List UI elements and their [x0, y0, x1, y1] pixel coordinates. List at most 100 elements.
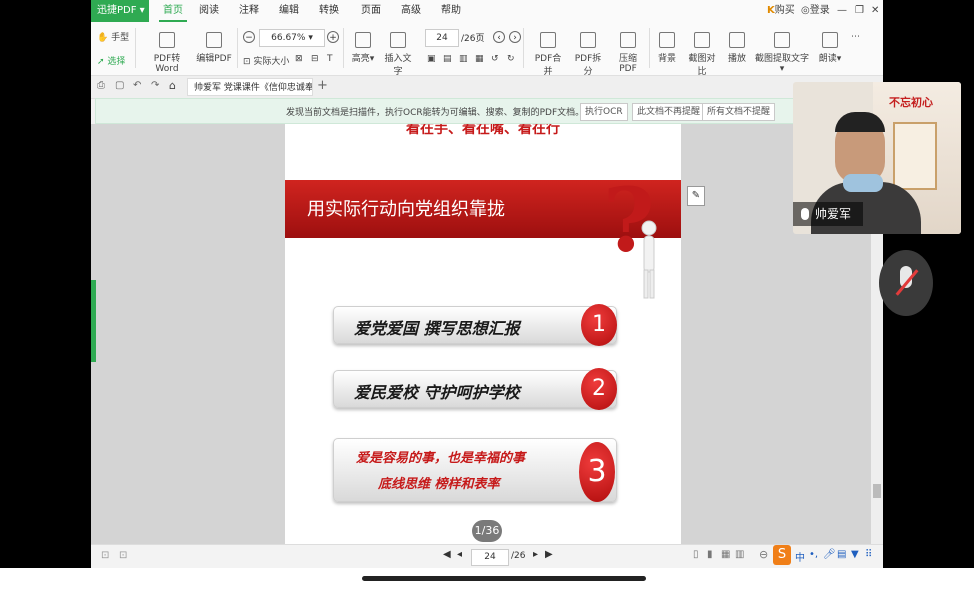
dont-remind-doc-button[interactable]: 此文档不再提醒 [632, 103, 706, 121]
zoom-out-button[interactable]: − [243, 31, 255, 43]
minimize-button[interactable]: — [837, 0, 847, 22]
rotate-left-icon[interactable]: ↺ [491, 54, 499, 64]
mic-icon [801, 208, 809, 220]
document-tab[interactable]: 帅爱军 党课课件《信仰忠诚奉... [187, 78, 313, 96]
slide-top-text: 看在手、看在嘴、看在行 [406, 124, 560, 137]
scrollbar-thumb[interactable] [873, 484, 881, 498]
app-logo[interactable]: 迅捷PDF ▾ [91, 0, 149, 22]
next-page-icon[interactable]: ▸ [533, 549, 538, 560]
split-button[interactable]: PDF拆分 [571, 32, 605, 77]
menu-help[interactable]: 帮助 [441, 0, 461, 22]
select-tool[interactable]: ➚ 选择 [97, 54, 125, 67]
hand-tool[interactable]: ✋ 手型 [97, 30, 129, 43]
compare-button[interactable]: 截图对比 [685, 32, 719, 77]
highlight-button[interactable]: 高亮▾ [349, 32, 377, 64]
double-page-icon[interactable]: ▤ [443, 54, 452, 64]
compare-icon [694, 32, 710, 48]
view-book-icon[interactable]: ▥ [735, 549, 744, 560]
pdf-to-word-button[interactable]: PDF转Word [145, 32, 189, 74]
sidebar-right-icon[interactable]: ⊡ [119, 550, 127, 561]
menu-edit[interactable]: 编辑 [279, 0, 299, 22]
edit-pdf-button[interactable]: 编辑PDF [195, 32, 233, 64]
prev-page-button[interactable]: ‹ [493, 31, 505, 43]
highlight-icon [355, 32, 371, 48]
undo-icon[interactable]: ↶ [133, 80, 141, 91]
fit-page-icon[interactable]: ⊠ [295, 54, 303, 64]
view-single-icon[interactable]: ▯ [693, 549, 699, 560]
restore-button[interactable]: ❐ [855, 0, 864, 22]
ribbon-toolbar: ✋ 手型 ➚ 选择 PDF转Word 编辑PDF − 66.67% ▾ + ⊡ … [91, 22, 883, 77]
ime-menu-icon[interactable]: ⠿ [865, 549, 872, 560]
zoom-in-button[interactable]: + [327, 31, 339, 43]
merge-button[interactable]: PDF合并 [531, 32, 565, 77]
print-icon[interactable]: ⎙ [97, 80, 105, 91]
single-page-icon[interactable]: ▣ [427, 54, 436, 64]
menu-home[interactable]: 首页 [159, 0, 187, 22]
background-button[interactable]: 背景 [655, 32, 679, 64]
video-tile[interactable]: 不忘初心 帅爱军 [793, 82, 961, 234]
slide-item-text: 爱党爱国 撰写思想汇报 [354, 319, 520, 338]
status-page-total: /26 [511, 551, 526, 561]
text-tool-icon[interactable]: T [327, 54, 333, 64]
continuous-icon[interactable]: ▥ [459, 54, 468, 64]
sidebar-left-icon[interactable]: ⊡ [101, 550, 109, 561]
prev-page-icon[interactable]: ◂ [457, 549, 462, 560]
compress-button[interactable]: 压缩PDF [611, 32, 645, 74]
ime-skin-icon[interactable]: ▼ [851, 549, 859, 560]
slide-item-text: 爱是容易的事，也是幸福的事 [356, 451, 526, 466]
split-icon [580, 32, 596, 48]
view-double-icon[interactable]: ▮ [707, 549, 713, 560]
book-view-icon[interactable]: ▦ [475, 54, 484, 64]
item-number-badge: 1 [581, 304, 617, 346]
menu-page[interactable]: 页面 [361, 0, 381, 22]
home-icon[interactable]: ⌂ [169, 79, 176, 92]
ime-punct-icon[interactable]: •, [809, 549, 818, 560]
ime-mic-icon[interactable]: 🎤︎ [823, 549, 836, 560]
item-number-badge: 3 [579, 442, 615, 502]
more-tools-icon[interactable]: ⋯ [851, 32, 860, 42]
close-button[interactable]: ✕ [871, 0, 879, 22]
sogou-input-icon[interactable]: S [773, 545, 791, 565]
slide-page-indicator: 1/36 [472, 520, 502, 542]
page-total-label: /26页 [461, 34, 485, 44]
mute-microphone-button[interactable] [879, 250, 933, 316]
ime-chinese-icon[interactable]: 中 [795, 549, 805, 564]
app-name: 迅捷PDF [97, 5, 137, 16]
home-indicator[interactable] [362, 576, 646, 581]
rotate-right-icon[interactable]: ↻ [507, 54, 515, 64]
extract-text-button[interactable]: 截图提取文字▾ [755, 32, 809, 74]
login-link[interactable]: ◎登录 [801, 0, 830, 22]
read-aloud-icon [822, 32, 838, 48]
buy-link[interactable]: K购买 [767, 0, 795, 22]
play-button[interactable]: 播放 [725, 32, 749, 64]
new-tab-icon[interactable]: + [317, 78, 328, 93]
view-grid-icon[interactable]: ▦ [721, 549, 730, 560]
next-page-button[interactable]: › [509, 31, 521, 43]
read-aloud-button[interactable]: 朗读▾ [817, 32, 843, 64]
menu-convert[interactable]: 转换 [319, 0, 339, 22]
dont-remind-all-button[interactable]: 所有文档不提醒 [702, 103, 776, 121]
insert-text-button[interactable]: 插入文字 [381, 32, 415, 77]
ime-keyboard-icon[interactable]: ▤ [837, 549, 846, 560]
annotation-icon[interactable]: ✎ [687, 186, 705, 206]
ocr-notification-bar: 发现当前文档是扫描件，执行OCR能转为可编辑、搜索、复制的PDF文档。 执行OC… [95, 98, 877, 124]
fit-width-icon[interactable]: ⊟ [311, 54, 319, 64]
save-icon[interactable]: ▢ [115, 80, 124, 91]
run-ocr-button[interactable]: 执行OCR [580, 103, 628, 121]
first-page-icon[interactable]: ◀ [443, 549, 451, 560]
cursor-icon: ➚ [97, 57, 105, 67]
sidebar-toggle[interactable] [91, 280, 96, 362]
status-page-input[interactable]: 24 [471, 549, 509, 566]
play-icon [729, 32, 745, 48]
last-page-icon[interactable]: ▶ [545, 549, 553, 560]
zoom-select[interactable]: 66.67% ▾ [259, 29, 325, 47]
menu-annotate[interactable]: 注释 [239, 0, 259, 22]
menu-advanced[interactable]: 高级 [401, 0, 421, 22]
thinking-figure [641, 220, 657, 299]
menu-read[interactable]: 阅读 [199, 0, 219, 22]
actual-size-button[interactable]: ⊡ 实际大小 [243, 54, 289, 67]
redo-icon[interactable]: ↷ [151, 80, 159, 91]
page-number-input[interactable]: 24 [425, 29, 459, 47]
slide-item-2: 爱民爱校 守护呵护学校 [333, 370, 617, 408]
zoom-out-status-icon[interactable]: ⊖ [759, 548, 768, 561]
